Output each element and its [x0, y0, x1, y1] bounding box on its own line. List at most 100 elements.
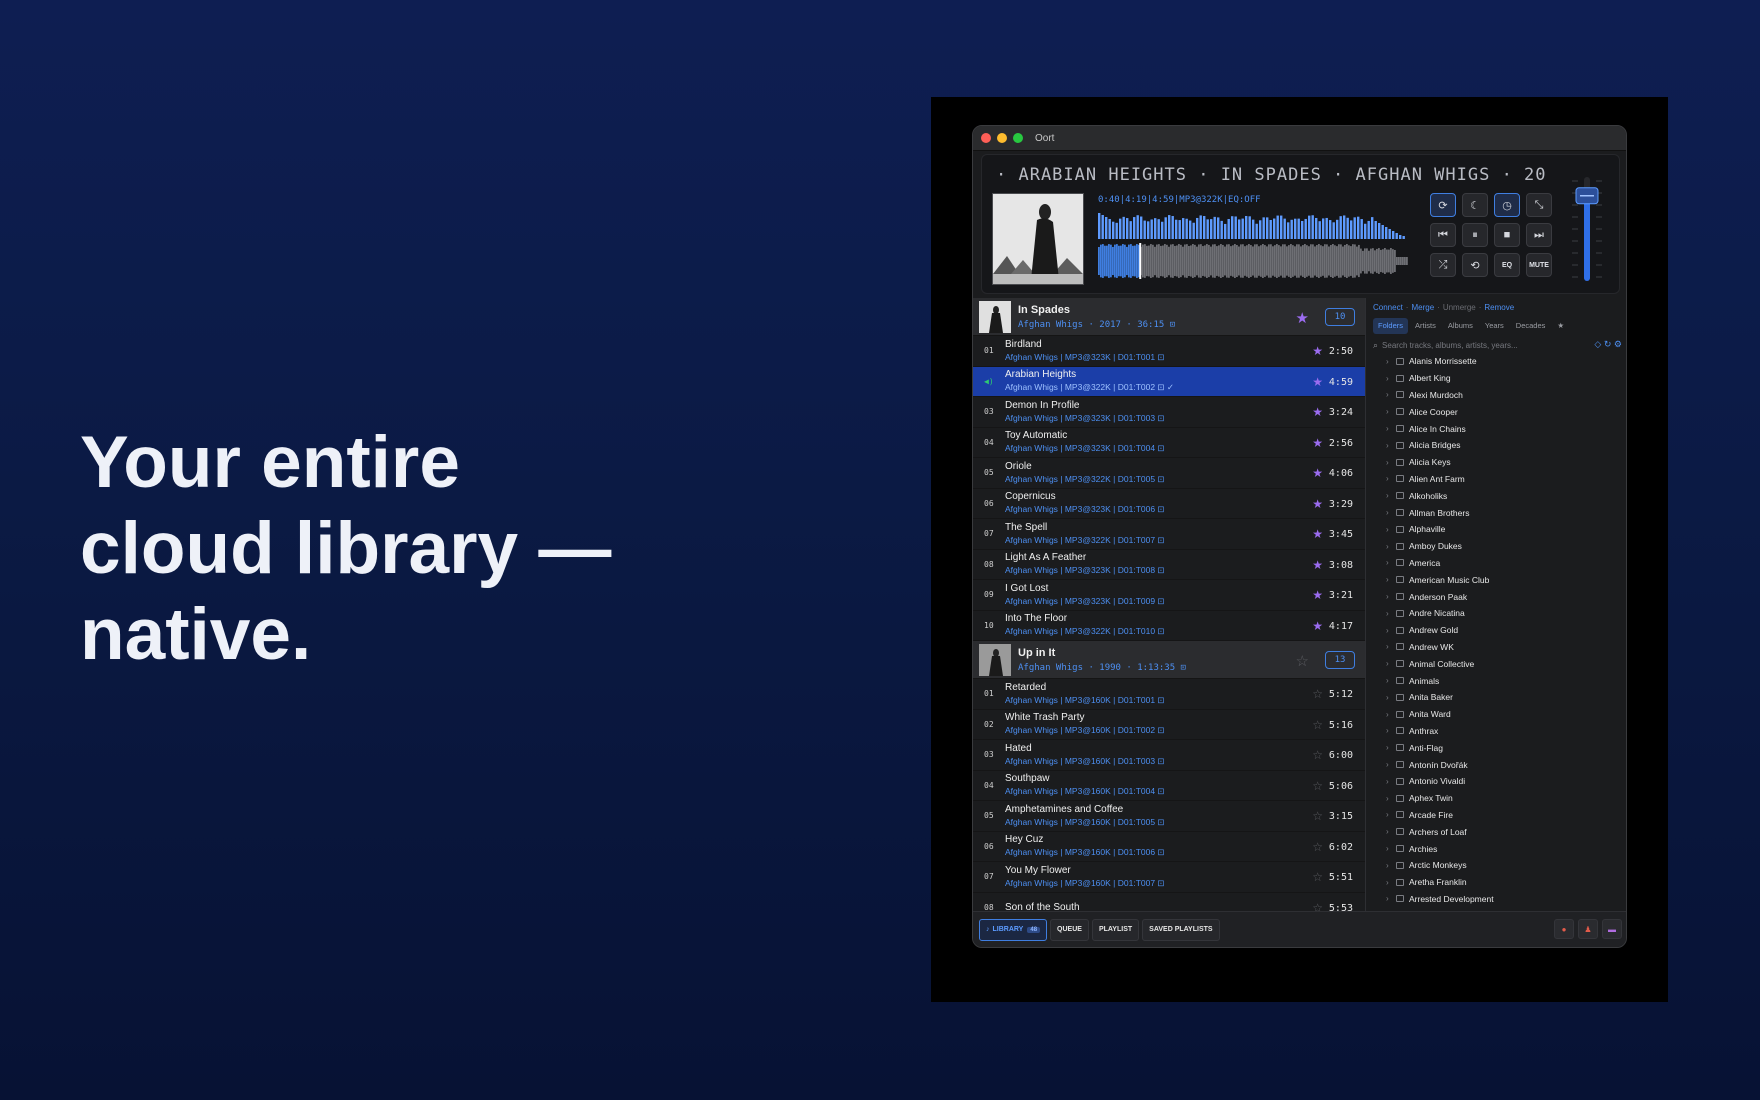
track-row[interactable]: 03 Hated Afghan Whigs | MP3@160K | D01:T00…: [973, 740, 1365, 771]
star-icon[interactable]: ★: [1312, 466, 1323, 480]
artist-folder-item[interactable]: › Anita Ward: [1367, 706, 1626, 723]
chevron-right-icon[interactable]: ›: [1386, 659, 1396, 668]
track-row[interactable]: 07 You My Flower Afghan Whigs | MP3@160K |…: [973, 862, 1365, 893]
chevron-right-icon[interactable]: ›: [1386, 827, 1396, 836]
track-row[interactable]: 01 Retarded Afghan Whigs | MP3@160K | D01:…: [973, 679, 1365, 710]
chevron-right-icon[interactable]: ›: [1386, 424, 1396, 433]
joystick-icon[interactable]: ♟: [1578, 919, 1598, 939]
star-icon[interactable]: ★: [1312, 558, 1323, 572]
tab-years[interactable]: Years: [1480, 318, 1509, 334]
star-icon[interactable]: ☆: [1312, 779, 1323, 793]
sleep-button[interactable]: ☾: [1462, 193, 1488, 217]
artist-folder-item[interactable]: › Alphaville: [1367, 521, 1626, 538]
timer-button[interactable]: ◷: [1494, 193, 1520, 217]
artist-folder-item[interactable]: › America: [1367, 555, 1626, 572]
chevron-right-icon[interactable]: ›: [1386, 861, 1396, 870]
artist-folder-item[interactable]: › Antonín Dvořák: [1367, 756, 1626, 773]
track-row[interactable]: 04 Southpaw Afghan Whigs | MP3@160K | D01:…: [973, 771, 1365, 801]
action-remove[interactable]: Remove: [1484, 303, 1514, 312]
playhead[interactable]: [1139, 243, 1142, 279]
game-controller-icon[interactable]: ▬: [1602, 919, 1622, 939]
artist-folder-item[interactable]: › Arctic Monkeys: [1367, 857, 1626, 874]
refresh-icon[interactable]: ↻: [1604, 339, 1612, 349]
chevron-right-icon[interactable]: ›: [1386, 810, 1396, 819]
track-row[interactable]: 06 Copernicus Afghan Whigs | MP3@323K | D0…: [973, 489, 1365, 519]
star-icon[interactable]: ★: [1312, 375, 1323, 389]
settings-icon[interactable]: ⚙: [1614, 339, 1622, 349]
star-icon[interactable]: ☆: [1312, 870, 1323, 884]
chevron-right-icon[interactable]: ›: [1386, 407, 1396, 416]
chevron-right-icon[interactable]: ›: [1386, 558, 1396, 567]
chevron-right-icon[interactable]: ›: [1386, 374, 1396, 383]
tab-queue[interactable]: QUEUE: [1050, 918, 1089, 941]
chevron-right-icon[interactable]: ›: [1386, 357, 1396, 366]
track-row[interactable]: 10 Into The Floor Afghan Whigs | MP3@322K …: [973, 611, 1365, 641]
star-icon[interactable]: ★: [1296, 309, 1309, 327]
search-input[interactable]: Search tracks, albums, artists, years...: [1382, 341, 1518, 350]
chevron-right-icon[interactable]: ›: [1386, 626, 1396, 635]
previous-button[interactable]: ⏮: [1430, 223, 1456, 247]
artist-folder-item[interactable]: › Antonio Vivaldi: [1367, 773, 1626, 790]
track-row[interactable]: 09 I Got Lost Afghan Whigs | MP3@323K | D0…: [973, 580, 1365, 611]
artist-folder-item[interactable]: › Allman Brothers: [1367, 504, 1626, 521]
artist-folder-item[interactable]: › Andre Nicatina: [1367, 605, 1626, 622]
mushroom-icon[interactable]: ●: [1554, 919, 1574, 939]
artist-folder-item[interactable]: › Anita Baker: [1367, 689, 1626, 706]
zoom-window-button[interactable]: [1013, 133, 1023, 143]
search-bar[interactable]: ⌕ Search tracks, albums, artists, years.…: [1373, 337, 1622, 353]
track-row[interactable]: 07 The Spell Afghan Whigs | MP3@322K | D01…: [973, 519, 1365, 550]
star-icon[interactable]: ☆: [1312, 809, 1323, 823]
mute-button[interactable]: MUTE: [1526, 253, 1552, 277]
tab-starred[interactable]: ★: [1552, 318, 1569, 334]
stop-button[interactable]: ■: [1494, 223, 1520, 247]
track-row[interactable]: 04 Toy Automatic Afghan Whigs | MP3@323K |…: [973, 428, 1365, 458]
chevron-right-icon[interactable]: ›: [1386, 676, 1396, 685]
artist-folder-item[interactable]: › Alice Cooper: [1367, 403, 1626, 420]
artist-folder-item[interactable]: › Andrew Gold: [1367, 622, 1626, 639]
waveform-seek-bar[interactable]: [1098, 243, 1408, 279]
chevron-right-icon[interactable]: ›: [1386, 894, 1396, 903]
artist-folder-item[interactable]: › Albert King: [1367, 370, 1626, 387]
star-icon[interactable]: ★: [1312, 588, 1323, 602]
star-icon[interactable]: ☆: [1312, 718, 1323, 732]
action-merge[interactable]: Merge: [1411, 303, 1434, 312]
artist-folder-item[interactable]: › Animal Collective: [1367, 655, 1626, 672]
track-row[interactable]: 05 Amphetamines and Coffee Afghan Whigs | …: [973, 801, 1365, 832]
track-row[interactable]: 02 White Trash Party Afghan Whigs | MP3@16…: [973, 710, 1365, 740]
star-icon[interactable]: ★: [1312, 497, 1323, 511]
star-icon[interactable]: ☆: [1312, 840, 1323, 854]
star-icon[interactable]: ★: [1312, 405, 1323, 419]
chevron-right-icon[interactable]: ›: [1386, 693, 1396, 702]
album-header[interactable]: Up in It Afghan Whigs · 1990 · 1:13:35 ⊡ ☆…: [973, 641, 1365, 679]
chevron-right-icon[interactable]: ›: [1386, 592, 1396, 601]
chevron-right-icon[interactable]: ›: [1386, 743, 1396, 752]
pause-button[interactable]: ⏸: [1462, 223, 1488, 247]
minimize-player-button[interactable]: ⤡: [1526, 193, 1552, 217]
chevron-right-icon[interactable]: ›: [1386, 542, 1396, 551]
chevron-right-icon[interactable]: ›: [1386, 726, 1396, 735]
chevron-right-icon[interactable]: ›: [1386, 474, 1396, 483]
artist-folder-item[interactable]: › Alicia Keys: [1367, 454, 1626, 471]
artist-folder-item[interactable]: › Alkoholiks: [1367, 487, 1626, 504]
artist-folder-item[interactable]: › American Music Club: [1367, 571, 1626, 588]
artist-folder-item[interactable]: › Animals: [1367, 672, 1626, 689]
artist-folder-item[interactable]: › Anthrax: [1367, 723, 1626, 740]
artist-folder-item[interactable]: › Amboy Dukes: [1367, 538, 1626, 555]
artist-folder-item[interactable]: › Aphex Twin: [1367, 790, 1626, 807]
repeat-button[interactable]: ⟲: [1462, 253, 1488, 277]
tab-playlist[interactable]: PLAYLIST: [1091, 918, 1140, 941]
star-icon[interactable]: ★: [1312, 619, 1323, 633]
artist-folder-item[interactable]: › Alice In Chains: [1367, 420, 1626, 437]
track-row[interactable]: 01 Birdland Afghan Whigs | MP3@323K | D01:…: [973, 336, 1365, 367]
artist-folder-item[interactable]: › Archies: [1367, 840, 1626, 857]
star-icon[interactable]: ★: [1312, 527, 1323, 541]
sync-button[interactable]: ⟳: [1430, 193, 1456, 217]
artist-folder-item[interactable]: › Alexi Murdoch: [1367, 387, 1626, 404]
minimize-window-button[interactable]: [997, 133, 1007, 143]
chevron-right-icon[interactable]: ›: [1386, 710, 1396, 719]
artist-folder-item[interactable]: › Andrew WK: [1367, 639, 1626, 656]
close-window-button[interactable]: [981, 133, 991, 143]
track-row[interactable]: 08 Light As A Feather Afghan Whigs | MP3@3…: [973, 550, 1365, 580]
tab-folders[interactable]: Folders: [1373, 318, 1409, 334]
track-row[interactable]: 08 Son of the South ☆ 5:53: [973, 893, 1365, 914]
